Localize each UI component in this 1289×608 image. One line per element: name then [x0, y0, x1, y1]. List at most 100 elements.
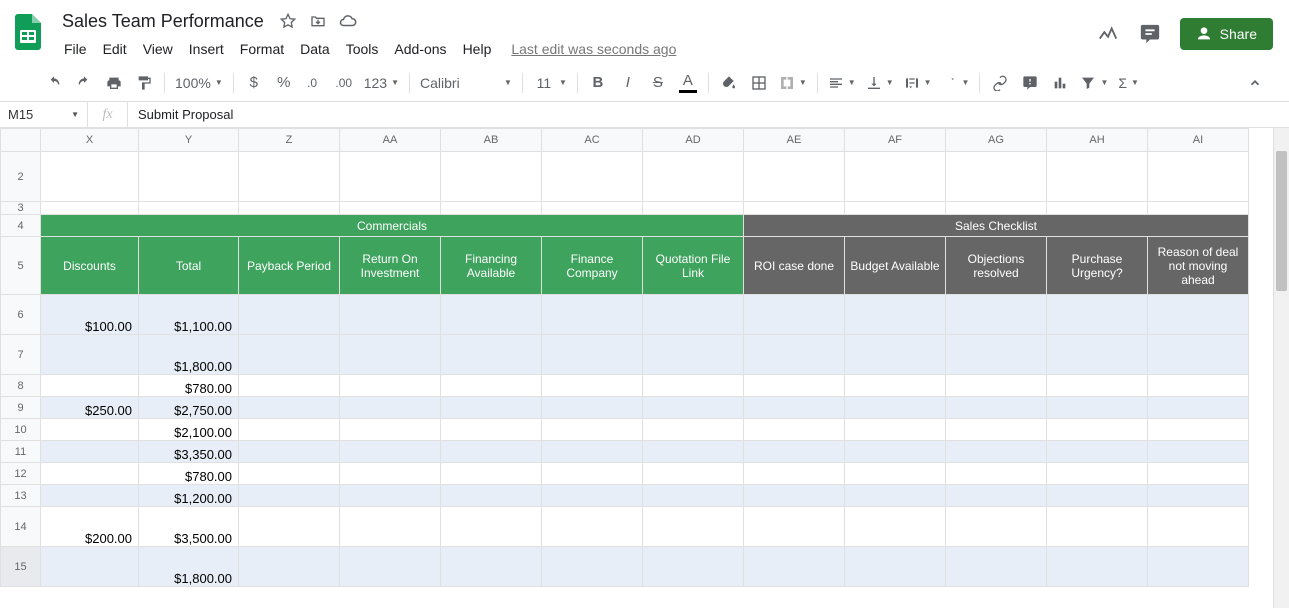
cell-discount[interactable]: $250.00	[41, 397, 139, 419]
col-subheader[interactable]: Discounts	[41, 237, 139, 295]
cell[interactable]	[946, 547, 1047, 587]
cell-discount[interactable]	[41, 441, 139, 463]
chart-button[interactable]	[1046, 69, 1074, 97]
strike-button[interactable]: S	[644, 69, 672, 97]
cell[interactable]	[643, 485, 744, 507]
cell-discount[interactable]	[41, 463, 139, 485]
comment-button[interactable]	[1016, 69, 1044, 97]
rotate-button[interactable]: ▼	[938, 70, 974, 96]
menu-insert[interactable]: Insert	[181, 38, 232, 60]
row-hdr[interactable]: 13	[1, 485, 41, 507]
row-hdr[interactable]: 11	[1, 441, 41, 463]
cell[interactable]	[1047, 335, 1148, 375]
cell-discount[interactable]	[41, 547, 139, 587]
cell[interactable]	[340, 202, 441, 215]
cell[interactable]	[744, 485, 845, 507]
cell[interactable]	[845, 295, 946, 335]
merge-button[interactable]: ▼	[775, 70, 811, 96]
cell[interactable]	[845, 335, 946, 375]
cell[interactable]	[946, 485, 1047, 507]
col-hdr-AA[interactable]: AA	[340, 129, 441, 152]
cell[interactable]	[239, 152, 340, 202]
cell-total[interactable]: $2,750.00	[139, 397, 239, 419]
cell[interactable]	[643, 295, 744, 335]
cell[interactable]	[744, 507, 845, 547]
paint-format-button[interactable]	[130, 69, 158, 97]
cell[interactable]	[239, 335, 340, 375]
cell[interactable]	[1047, 202, 1148, 215]
cell[interactable]	[41, 152, 139, 202]
cell[interactable]	[239, 419, 340, 441]
cell[interactable]	[946, 375, 1047, 397]
cell[interactable]	[1047, 419, 1148, 441]
valign-button[interactable]: ▼	[862, 70, 898, 96]
col-subheader[interactable]: Reason of deal not moving ahead	[1148, 237, 1249, 295]
cell[interactable]	[441, 397, 542, 419]
cell[interactable]	[542, 507, 643, 547]
cell[interactable]	[946, 295, 1047, 335]
cell[interactable]	[744, 375, 845, 397]
menu-help[interactable]: Help	[455, 38, 500, 60]
cell[interactable]	[845, 152, 946, 202]
cell[interactable]	[239, 441, 340, 463]
cell-discount[interactable]	[41, 375, 139, 397]
undo-button[interactable]	[40, 69, 68, 97]
cell[interactable]	[139, 152, 239, 202]
cell[interactable]	[139, 202, 239, 215]
cell-total[interactable]: $3,500.00	[139, 507, 239, 547]
cell-discount[interactable]	[41, 335, 139, 375]
sheets-logo[interactable]	[8, 12, 48, 52]
cell[interactable]	[845, 375, 946, 397]
cell[interactable]	[542, 485, 643, 507]
cell-discount[interactable]	[41, 485, 139, 507]
row-hdr[interactable]: 15	[1, 547, 41, 587]
col-subheader[interactable]: ROI case done	[744, 237, 845, 295]
cloud-icon[interactable]	[338, 11, 358, 31]
cell[interactable]	[946, 463, 1047, 485]
cell[interactable]	[340, 547, 441, 587]
col-hdr-AG[interactable]: AG	[946, 129, 1047, 152]
decrease-decimal-button[interactable]: .0	[300, 69, 328, 97]
cell[interactable]	[441, 441, 542, 463]
bold-button[interactable]: B	[584, 69, 612, 97]
print-button[interactable]	[100, 69, 128, 97]
zoom-dropdown[interactable]: 100%▼	[171, 70, 227, 96]
cell[interactable]	[946, 507, 1047, 547]
spreadsheet-grid[interactable]: X Y Z AA AB AC AD AE AF AG AH AI 234 Com…	[0, 128, 1249, 587]
cell-discount[interactable]	[41, 419, 139, 441]
cell[interactable]	[340, 507, 441, 547]
percent-button[interactable]: %	[270, 69, 298, 97]
col-subheader[interactable]: Payback Period	[239, 237, 340, 295]
cell-discount[interactable]: $100.00	[41, 295, 139, 335]
cell[interactable]	[643, 152, 744, 202]
last-edit-link[interactable]: Last edit was seconds ago	[511, 41, 676, 57]
cell[interactable]	[1148, 375, 1249, 397]
cell[interactable]	[239, 507, 340, 547]
col-subheader[interactable]: Purchase Urgency?	[1047, 237, 1148, 295]
font-size-dropdown[interactable]: 11▼	[529, 70, 571, 96]
col-subheader[interactable]: Objections resolved	[946, 237, 1047, 295]
col-hdr-AH[interactable]: AH	[1047, 129, 1148, 152]
wrap-button[interactable]: ▼	[900, 70, 936, 96]
cell[interactable]	[845, 419, 946, 441]
cell[interactable]	[946, 202, 1047, 215]
cell[interactable]	[542, 202, 643, 215]
menu-addons[interactable]: Add-ons	[386, 38, 454, 60]
cell-total[interactable]: $780.00	[139, 375, 239, 397]
cell[interactable]	[744, 335, 845, 375]
menu-view[interactable]: View	[135, 38, 181, 60]
cell[interactable]	[744, 419, 845, 441]
redo-button[interactable]	[70, 69, 98, 97]
cell[interactable]	[946, 397, 1047, 419]
cell-discount[interactable]: $200.00	[41, 507, 139, 547]
row-hdr[interactable]: 14	[1, 507, 41, 547]
cell-total[interactable]: $1,800.00	[139, 547, 239, 587]
cell[interactable]	[441, 375, 542, 397]
halign-button[interactable]: ▼	[824, 70, 860, 96]
cell[interactable]	[542, 397, 643, 419]
cell-total[interactable]: $1,200.00	[139, 485, 239, 507]
col-hdr-X[interactable]: X	[41, 129, 139, 152]
doc-title[interactable]: Sales Team Performance	[56, 10, 270, 33]
functions-button[interactable]: Σ▼	[1114, 70, 1143, 96]
cell[interactable]	[1148, 441, 1249, 463]
